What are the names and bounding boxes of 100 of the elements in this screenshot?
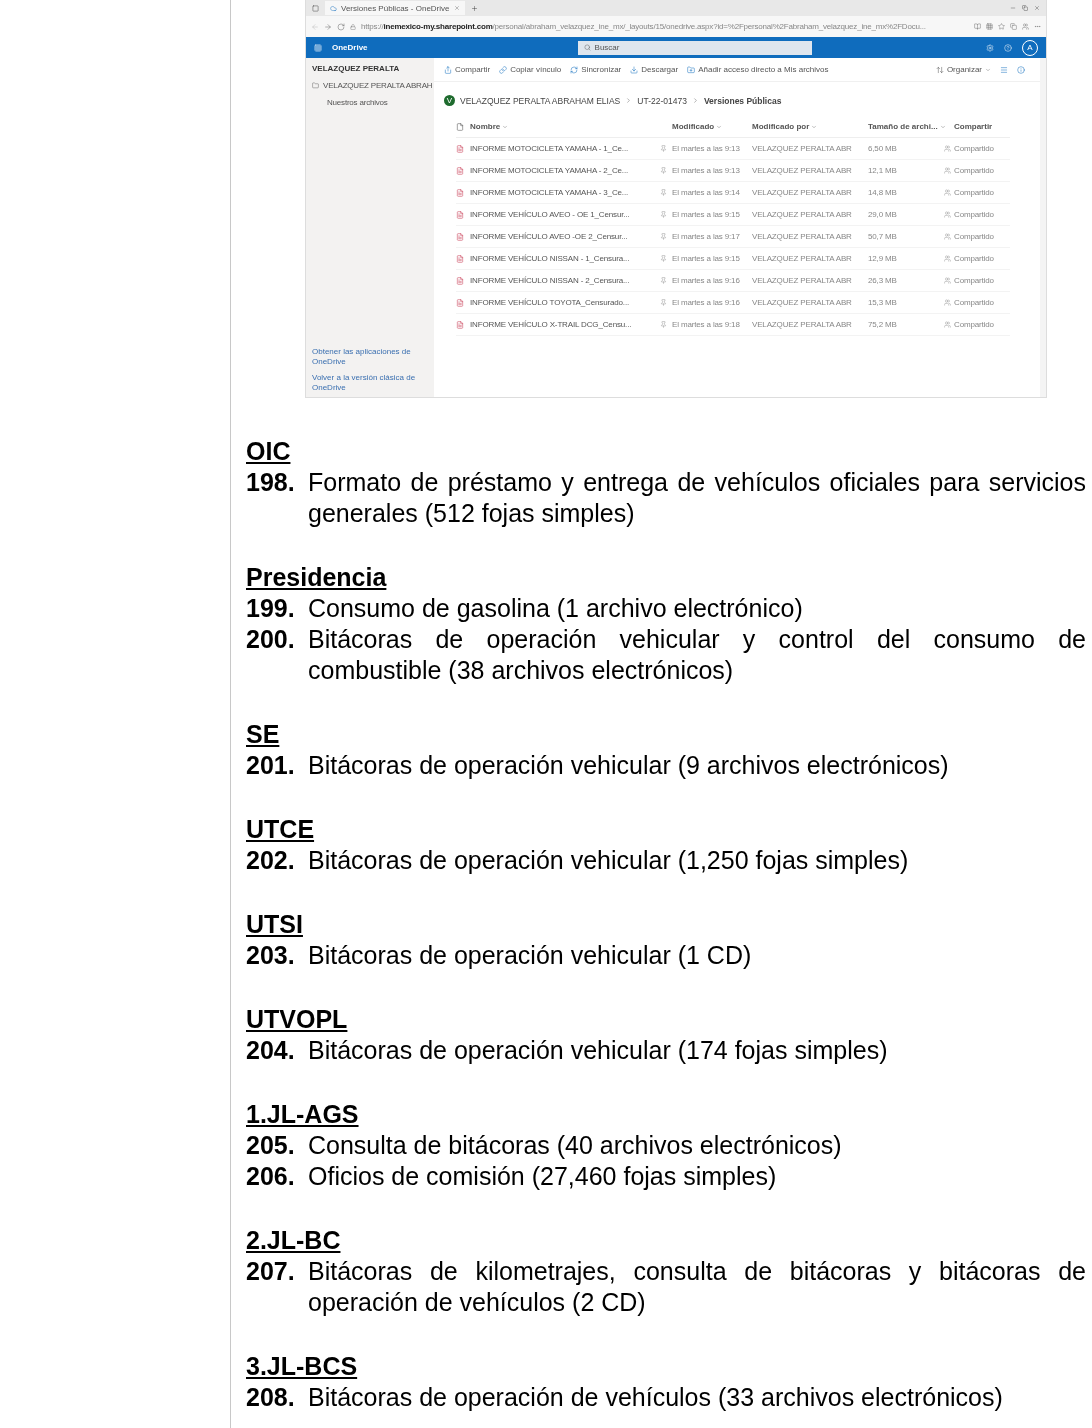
search-field[interactable]: Buscar bbox=[577, 40, 812, 55]
item-number: 202. bbox=[246, 845, 296, 876]
people-icon bbox=[944, 145, 951, 152]
command-button[interactable]: Añadir acceso directo a Mis archivos bbox=[687, 65, 829, 74]
reload-icon[interactable] bbox=[337, 22, 345, 31]
cloud-icon bbox=[330, 4, 337, 12]
item-number: 200. bbox=[246, 624, 296, 655]
tab-actions-icon[interactable] bbox=[312, 4, 319, 12]
column-header[interactable]: Modificado por bbox=[752, 122, 868, 131]
app-launcher-icon[interactable] bbox=[314, 43, 322, 52]
sharing-status: Compartido bbox=[954, 232, 995, 241]
size-cell-text: 12,1 MB bbox=[868, 166, 898, 175]
item-text: Formato de préstamo y entrega de vehículos oficiales para servicios generales (512 fojas simples) bbox=[308, 467, 1086, 529]
section-heading: Presidencia bbox=[246, 562, 388, 593]
sort-button[interactable]: Organizar bbox=[935, 65, 991, 74]
back-icon[interactable] bbox=[311, 22, 319, 31]
file-name[interactable]: INFORME VEHÍCULO AVEO - OE 1_Censur... bbox=[470, 210, 660, 219]
sidebar-item[interactable]: VELAZQUEZ PERALTA ABRAH bbox=[312, 81, 434, 90]
file-name[interactable]: INFORME VEHÍCULO NISSAN - 2_Censura... bbox=[470, 276, 660, 285]
breadcrumb-link[interactable]: VELAZQUEZ PERALTA ABRAHAM ELIAS bbox=[460, 95, 621, 106]
file-name[interactable]: INFORME MOTOCICLETA YAMAHA - 1_Ce... bbox=[470, 144, 660, 153]
file-name[interactable]: INFORME VEHÍCULO TOYOTA_Censurado... bbox=[470, 298, 660, 307]
sidebar-item[interactable]: Nuestros archivos bbox=[312, 98, 434, 107]
sharing-status: Compartido bbox=[954, 254, 995, 263]
minimize-icon[interactable] bbox=[1010, 5, 1016, 11]
settings-icon[interactable] bbox=[986, 43, 994, 52]
pdf-file-icon bbox=[456, 276, 464, 285]
sort-icon bbox=[935, 65, 944, 74]
forward-icon[interactable] bbox=[324, 22, 332, 31]
column-header[interactable]: Modificado bbox=[672, 122, 752, 131]
pdf-file-icon bbox=[456, 166, 464, 175]
pdf-file-icon bbox=[456, 188, 464, 197]
item-number: 204. bbox=[246, 1035, 296, 1066]
section-heading: 3.JL-BCS bbox=[246, 1351, 359, 1382]
footer-link[interactable]: Obtener las aplicaciones de OneDrive bbox=[312, 347, 424, 367]
modified-by-cell-text: VELAZQUEZ PERALTA ABR bbox=[752, 210, 853, 219]
breadcrumb-link[interactable]: UT-22-01473 bbox=[637, 95, 687, 106]
restore-icon[interactable] bbox=[1022, 5, 1028, 11]
size-cell-text: 14,8 MB bbox=[868, 188, 898, 197]
file-name[interactable]: INFORME VEHÍCULO NISSAN - 1_Censura... bbox=[470, 254, 660, 263]
profile-icon[interactable] bbox=[1022, 23, 1029, 30]
close-icon[interactable] bbox=[453, 5, 460, 11]
size-cell-text: 12,9 MB bbox=[868, 254, 898, 263]
command-button[interactable]: Copiar vínculo bbox=[499, 65, 562, 74]
pin-icon bbox=[660, 233, 667, 240]
modified-by-cell-text: VELAZQUEZ PERALTA ABR bbox=[752, 188, 853, 197]
item-text: Consulta de bitácoras (40 archivos electrónicos) bbox=[308, 1130, 843, 1161]
section-heading: OIC bbox=[246, 436, 292, 467]
new-tab-icon[interactable] bbox=[470, 4, 478, 12]
sharing-status: Compartido bbox=[954, 276, 995, 285]
chevron-icon bbox=[625, 97, 633, 104]
pdf-file-icon bbox=[456, 320, 464, 329]
size-cell-text: 50,7 MB bbox=[868, 232, 898, 241]
sharing-status: Compartido bbox=[954, 166, 995, 175]
file-name[interactable]: INFORME VEHÍCULO X-TRAIL DCG_Censu... bbox=[470, 320, 660, 329]
view-options-icon[interactable] bbox=[1000, 65, 1008, 74]
pdf-file-icon bbox=[456, 298, 464, 307]
app-name[interactable]: OneDrive bbox=[332, 43, 368, 52]
item-number: 203. bbox=[246, 940, 296, 971]
people-icon bbox=[944, 255, 951, 262]
info-icon[interactable] bbox=[1017, 65, 1025, 74]
item-text: Consumo de gasolina (1 archivo electrónico) bbox=[308, 593, 804, 624]
chevron-icon bbox=[811, 123, 818, 130]
section-heading: UTSI bbox=[246, 909, 304, 940]
footer-link[interactable]: Volver a la versión clásica de OneDrive bbox=[312, 373, 424, 393]
people-icon bbox=[944, 189, 951, 196]
sync-icon bbox=[570, 65, 579, 74]
file-name[interactable]: INFORME VEHÍCULO AVEO -OE 2_Censur... bbox=[470, 232, 660, 241]
reader-icon[interactable] bbox=[974, 23, 981, 30]
breadcrumb-link[interactable]: Versiones Públicas bbox=[703, 95, 782, 106]
pin-icon bbox=[660, 321, 667, 328]
column-header[interactable]: Tamaño de archi... bbox=[868, 122, 944, 131]
modified-by-cell-text: VELAZQUEZ PERALTA ABR bbox=[752, 320, 853, 329]
sharing-status: Compartido bbox=[954, 188, 995, 197]
browser-tab[interactable]: Versiones Públicas - OneDrive bbox=[325, 1, 465, 15]
search-icon bbox=[583, 44, 591, 51]
pdf-file-icon bbox=[456, 232, 464, 241]
size-cell-text: 75,2 MB bbox=[868, 320, 898, 329]
modified-cell-text: El martes a las 9:14 bbox=[672, 188, 741, 197]
close-icon[interactable] bbox=[1034, 5, 1040, 11]
item-number: 198. bbox=[246, 467, 296, 498]
command-button[interactable]: Sincronizar bbox=[570, 65, 622, 74]
favorite-icon[interactable] bbox=[998, 23, 1005, 30]
size-cell-text: 15,3 MB bbox=[868, 298, 898, 307]
modified-by-cell-text: VELAZQUEZ PERALTA ABR bbox=[752, 144, 853, 153]
file-name[interactable]: INFORME MOTOCICLETA YAMAHA - 2_Ce... bbox=[470, 166, 660, 175]
help-icon[interactable] bbox=[1004, 43, 1012, 52]
item-text: Bitácoras de kilometrajes, consulta de bitácoras y bitácoras de operación de vehículos (2 CD) bbox=[308, 1256, 1086, 1318]
apps-icon[interactable] bbox=[986, 23, 993, 30]
people-icon bbox=[944, 321, 951, 328]
chevron-icon bbox=[939, 123, 946, 130]
command-button[interactable]: Compartir bbox=[444, 65, 491, 74]
column-header[interactable]: Nombre bbox=[470, 122, 660, 131]
column-header[interactable]: Compartir bbox=[954, 122, 1010, 131]
file-name[interactable]: INFORME MOTOCICLETA YAMAHA - 3_Ce... bbox=[470, 188, 660, 197]
item-number: 201. bbox=[246, 750, 296, 781]
command-button[interactable]: Descargar bbox=[630, 65, 679, 74]
chevron-icon bbox=[985, 66, 991, 73]
sharing-status: Compartido bbox=[954, 320, 995, 329]
collections-icon[interactable] bbox=[1010, 23, 1017, 30]
